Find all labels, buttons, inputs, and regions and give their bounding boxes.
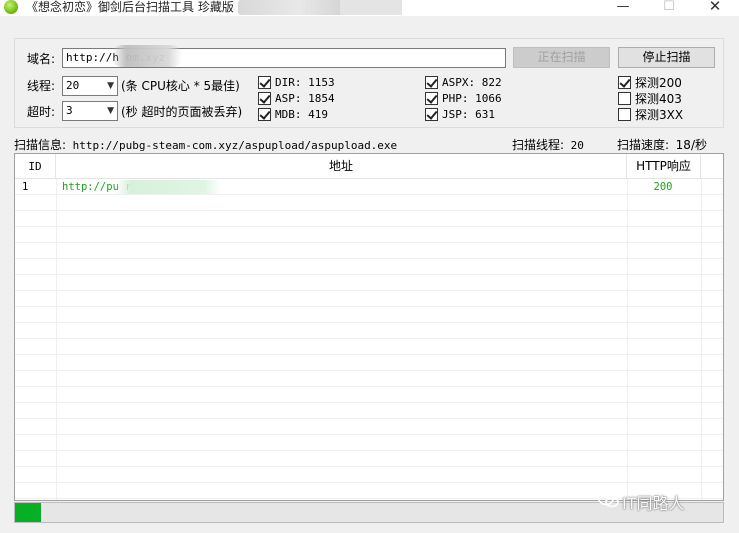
scan-speed-value: 18/秒 — [675, 138, 707, 152]
cell-http-code: 200 — [653, 181, 673, 193]
table-row[interactable] — [15, 339, 723, 355]
table-row[interactable] — [15, 419, 723, 435]
table-row[interactable] — [15, 291, 723, 307]
title-bar: 《想念初恋》御剑后台扫描工具 珍藏版 — ☐ ✕ — [0, 0, 739, 16]
dir-checkbox[interactable] — [258, 76, 271, 89]
maximize-icon[interactable]: ☐ — [646, 0, 692, 16]
scan-speed: 扫描速度: 18/秒 — [617, 136, 707, 153]
minimize-icon[interactable]: — — [600, 0, 646, 16]
probe-3xx-checkbox[interactable] — [618, 108, 631, 121]
table-row[interactable] — [15, 243, 723, 259]
url-redaction — [115, 180, 221, 194]
table-row[interactable] — [15, 467, 723, 483]
table-row[interactable] — [15, 371, 723, 387]
watermark-text: IT同路人 — [622, 494, 685, 513]
threads-hint: (条 CPU核心 * 5最佳) — [121, 79, 240, 93]
scan-threads-label: 扫描线程: — [512, 138, 565, 152]
table-row[interactable] — [15, 259, 723, 275]
table-row[interactable] — [15, 403, 723, 419]
probe-403-label: 探测403 — [635, 92, 682, 106]
stop-scan-button[interactable]: 停止扫描 — [618, 47, 715, 68]
results-table[interactable]: ID 地址 HTTP响应 1http://pu robots.txt200 — [14, 153, 724, 501]
header-http-code[interactable]: HTTP响应 — [627, 154, 701, 179]
php-checkbox[interactable] — [425, 92, 438, 105]
mdb-label: MDB: 419 — [275, 108, 328, 121]
table-row[interactable] — [15, 307, 723, 323]
table-row[interactable] — [15, 451, 723, 467]
asp-checkbox[interactable] — [258, 92, 271, 105]
table-row[interactable] — [15, 323, 723, 339]
table-row[interactable] — [15, 387, 723, 403]
table-row[interactable]: 1http://pu robots.txt200 — [15, 179, 723, 195]
app-icon — [4, 0, 18, 14]
probe-200-label: 探测200 — [635, 76, 682, 90]
scan-speed-label: 扫描速度: — [617, 138, 670, 152]
scan-info-value: http://pubg-steam-com.xyz/aspupload/aspu… — [72, 139, 398, 152]
dir-label: DIR: 1153 — [275, 76, 335, 89]
table-row[interactable] — [15, 195, 723, 211]
chevron-down-icon: ▼ — [107, 81, 114, 91]
timeout-value: 3 — [66, 104, 73, 117]
timeout-hint: (秒 超时的页面被丢弃) — [121, 105, 243, 119]
timeout-select[interactable]: 3 ▼ — [62, 101, 118, 121]
threads-label: 线程: — [27, 79, 56, 93]
probe-3xx-label: 探测3XX — [635, 108, 684, 122]
probe-403-checkbox[interactable] — [618, 92, 631, 105]
scan-threads: 扫描线程: 20 — [512, 136, 584, 153]
threads-select[interactable]: 20 ▼ — [62, 76, 118, 96]
window-title: 《想念初恋》御剑后台扫描工具 珍藏版 — [26, 0, 234, 14]
header-url[interactable]: 地址 — [56, 154, 627, 179]
domain-redaction — [112, 45, 182, 67]
php-label: PHP: 1066 — [442, 92, 502, 105]
jsp-label: JSP: 631 — [442, 108, 495, 121]
chevron-down-icon: ▼ — [107, 106, 114, 116]
table-body: 1http://pu robots.txt200 — [15, 179, 723, 499]
scanning-button[interactable]: 正在扫描 — [513, 47, 610, 68]
progress-fill — [15, 503, 41, 522]
table-row[interactable] — [15, 227, 723, 243]
header-id[interactable]: ID — [15, 154, 56, 179]
jsp-checkbox[interactable] — [425, 108, 438, 121]
mdb-checkbox[interactable] — [258, 108, 271, 121]
scan-info: 扫描信息: http://pubg-steam-com.xyz/aspuploa… — [14, 136, 397, 153]
cell-id: 1 — [22, 181, 29, 193]
table-row[interactable] — [15, 435, 723, 451]
title-redaction-2 — [340, 0, 402, 15]
scan-info-label: 扫描信息: — [14, 138, 67, 152]
threads-value: 20 — [66, 79, 80, 92]
domain-label: 域名: — [27, 52, 56, 66]
probe-200-checkbox[interactable] — [618, 76, 631, 89]
table-row[interactable] — [15, 275, 723, 291]
table-row[interactable] — [15, 355, 723, 371]
table-header: ID 地址 HTTP响应 — [15, 154, 723, 179]
asp-label: ASP: 1854 — [275, 92, 335, 105]
aspx-label: ASPX: 822 — [442, 76, 502, 89]
timeout-label: 超时: — [27, 105, 56, 119]
aspx-checkbox[interactable] — [425, 76, 438, 89]
table-row[interactable] — [15, 211, 723, 227]
wechat-icon — [598, 492, 619, 508]
scan-threads-value: 20 — [570, 139, 584, 152]
close-icon[interactable]: ✕ — [692, 0, 738, 16]
